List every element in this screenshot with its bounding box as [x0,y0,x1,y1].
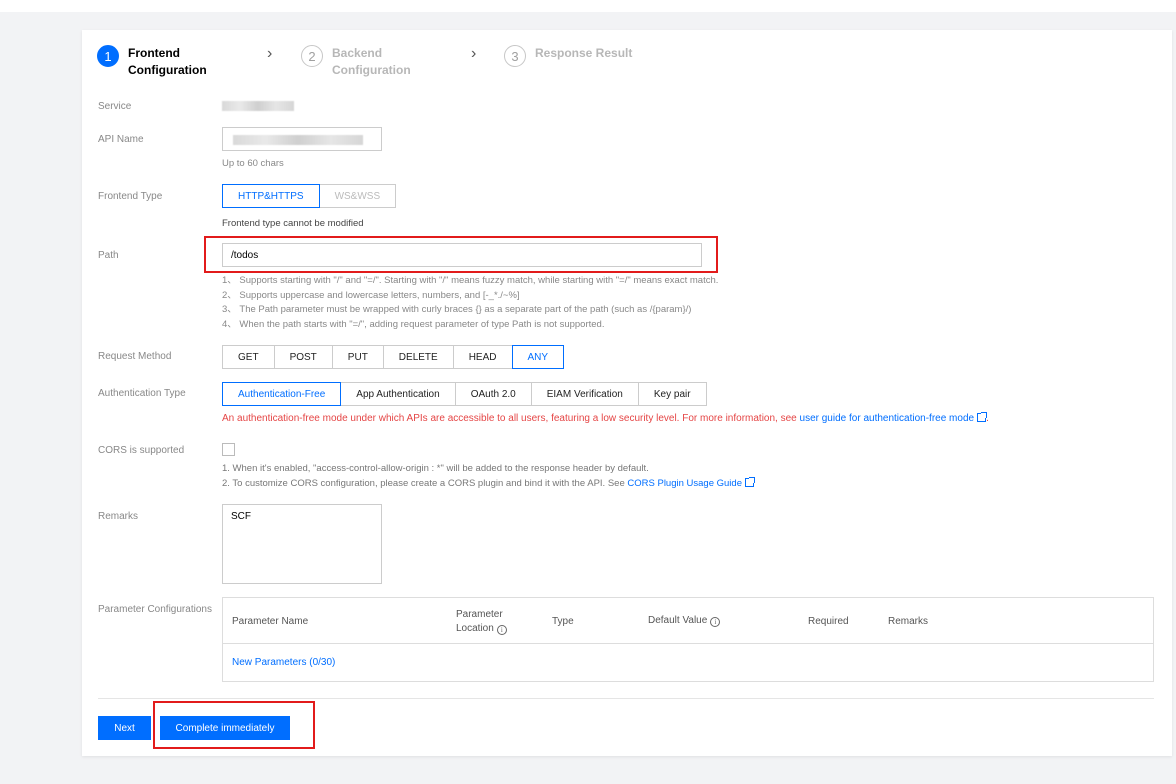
request-method-label: Request Method [98,351,172,362]
highlight-box-path [204,236,718,273]
method-any[interactable]: ANY [511,345,565,369]
service-label: Service [98,101,132,112]
step-number: 2 [301,45,323,67]
step-number: 3 [504,45,526,67]
cors-checkbox[interactable] [222,443,235,456]
footer-divider [98,698,1154,699]
auth-type-selector: Authentication-Free App Authentication O… [222,382,707,406]
col-required: Required [808,616,849,627]
auth-authentication-free[interactable]: Authentication-Free [222,382,342,406]
cors-label: CORS is supported [98,445,185,456]
auth-eiam-verification[interactable]: EIAM Verification [530,382,639,406]
auth-app-authentication[interactable]: App Authentication [340,382,456,406]
info-icon[interactable]: i [496,625,507,635]
frontend-type-hint: Frontend type cannot be modified [222,218,364,229]
step-number: 1 [97,45,119,67]
auth-guide-link[interactable]: user guide for authentication-free mode [800,413,975,424]
top-bar [0,0,1176,12]
step-indicator: 1 Frontend Configuration › 2 Backend Con… [97,45,797,85]
auth-warning: An authentication-free mode under which … [222,412,989,424]
col-parameter-location: Parameter Location i [456,608,507,636]
service-value-redacted [222,101,294,111]
auth-warning-text: An authentication-free mode under which … [222,413,800,424]
frontend-type-http-https[interactable]: HTTP&HTTPS [222,184,320,208]
cors-hint-line: 2. To customize CORS configuration, plea… [222,477,628,489]
method-delete[interactable]: DELETE [382,345,454,369]
path-hints: 1、 Supports starting with "/" and "=/". … [222,274,718,332]
step-backend-configuration[interactable]: 2 Backend Configuration [301,45,411,79]
col-remarks: Remarks [888,616,929,627]
path-hint-line: 1、 Supports starting with "/" and "=/". … [222,275,719,286]
step-frontend-configuration[interactable]: 1 Frontend Configuration [97,45,207,79]
api-name-hint: Up to 60 chars [222,158,284,169]
path-label: Path [98,250,119,261]
param-config-label: Parameter Configurations [98,604,212,615]
cors-guide-link[interactable]: CORS Plugin Usage Guide [627,478,742,489]
parameter-table: Parameter Name Parameter Location i Type … [222,597,1154,682]
cors-hints: 1. When it's enabled, "access-control-al… [222,462,755,491]
method-get[interactable]: GET [222,345,275,369]
col-default-value: Default Value i [648,615,721,627]
frontend-type-ws-wss: WS&WSS [318,184,397,208]
info-icon[interactable]: i [710,617,721,627]
external-link-icon[interactable] [744,476,755,487]
auth-oauth[interactable]: OAuth 2.0 [454,382,532,406]
api-name-label: API Name [98,134,144,145]
step-label: Configuration [128,63,207,77]
api-create-panel: 1 Frontend Configuration › 2 Backend Con… [82,30,1172,756]
request-method-selector: GET POST PUT DELETE HEAD ANY [222,345,565,369]
cors-hint-line: 1. When it's enabled, "access-control-al… [222,463,649,474]
new-parameters-link[interactable]: New Parameters (0/30) [232,657,335,668]
path-hint-line: 4、 When the path starts with "=/", addin… [222,318,605,330]
remarks-label: Remarks [98,511,139,522]
table-header: Parameter Name Parameter Location i Type … [223,598,1153,644]
path-hint-line: 3、 The Path parameter must be wrapped wi… [222,304,692,315]
step-label: Configuration [332,63,411,77]
chevron-right-icon: › [267,45,273,62]
auth-type-label: Authentication Type [98,388,186,399]
method-post[interactable]: POST [273,345,333,369]
path-hint-line: 2、 Supports uppercase and lowercase lett… [222,289,520,301]
external-link-icon[interactable] [977,412,988,422]
chevron-right-icon: › [471,45,477,62]
frontend-type-selector: HTTP&HTTPS WS&WSS [222,184,397,208]
step-label: Backend [332,46,383,60]
remarks-value: SCF [231,511,251,522]
method-put[interactable]: PUT [331,345,384,369]
step-response-result[interactable]: 3 Response Result [504,45,632,67]
frontend-type-label: Frontend Type [98,191,163,202]
col-type: Type [552,616,574,627]
auth-key-pair[interactable]: Key pair [637,382,707,406]
remarks-textarea[interactable]: SCF [222,504,382,584]
next-button[interactable]: Next [98,716,151,740]
method-head[interactable]: HEAD [452,345,513,369]
step-label: Frontend [128,46,180,60]
col-parameter-name: Parameter Name [232,616,309,627]
highlight-box-complete [153,701,315,749]
step-label: Response Result [535,46,633,60]
api-name-input[interactable] [222,127,382,151]
